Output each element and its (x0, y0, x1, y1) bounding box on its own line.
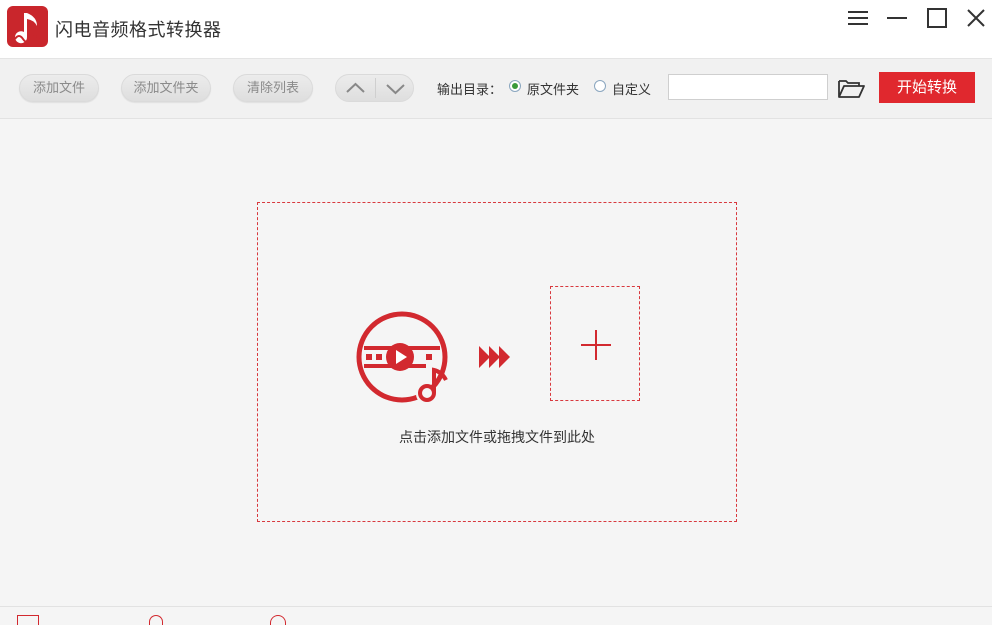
triple-forward-arrow-icon (479, 346, 511, 372)
status-icon (270, 615, 286, 625)
title-bar: 闪电音频格式转换器 (0, 0, 992, 59)
maximize-icon[interactable] (924, 6, 950, 32)
minimize-icon[interactable] (884, 6, 910, 32)
plus-icon (581, 330, 611, 360)
move-down-button[interactable] (376, 75, 413, 101)
radio-original-folder[interactable] (509, 80, 521, 92)
output-path-input[interactable] (668, 74, 828, 100)
status-icon (17, 615, 39, 625)
chevron-up-icon (346, 82, 365, 93)
music-video-disc-icon (356, 310, 452, 410)
clear-list-button[interactable]: 清除列表 (233, 74, 313, 102)
music-note-icon (7, 6, 48, 47)
browse-folder-button[interactable] (836, 74, 866, 102)
open-folder-icon (838, 80, 865, 98)
reorder-buttons (335, 74, 414, 102)
status-bar (0, 606, 992, 625)
close-icon[interactable] (963, 6, 989, 32)
radio-custom-label[interactable]: 自定义 (612, 79, 651, 98)
app-title: 闪电音频格式转换器 (55, 20, 222, 41)
move-up-button[interactable] (336, 75, 375, 101)
drop-zone-hint: 点击添加文件或拖拽文件到此处 (399, 430, 595, 446)
hamburger-menu-icon[interactable] (845, 6, 871, 32)
chevron-down-icon (386, 84, 405, 95)
add-folder-button[interactable]: 添加文件夹 (121, 74, 211, 102)
add-file-button[interactable]: 添加文件 (19, 74, 99, 102)
output-dir-label: 输出目录： (437, 83, 503, 98)
radio-original-folder-label[interactable]: 原文件夹 (527, 79, 579, 98)
add-file-area-button[interactable] (550, 286, 640, 401)
radio-custom[interactable] (594, 80, 606, 92)
status-icon (149, 615, 163, 625)
toolbar: 添加文件 添加文件夹 清除列表 输出目录： 原文件夹 自定义 开始转换 (0, 59, 992, 119)
start-convert-button[interactable]: 开始转换 (879, 72, 975, 103)
